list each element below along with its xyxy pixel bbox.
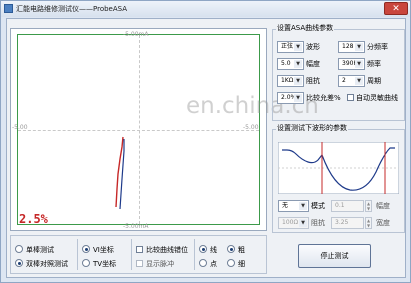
mode-value: 无	[282, 202, 289, 209]
resistance-label: 阻抗	[306, 77, 320, 85]
vi-coord-label: VI坐标	[93, 246, 114, 254]
waveform-value: 正弦	[281, 43, 294, 50]
ratio-select[interactable]: 2.0% ▼	[277, 92, 304, 104]
auto-curve-checkbox[interactable]	[347, 94, 354, 101]
res2-select[interactable]: 100Ω ▼	[278, 217, 309, 229]
res2-value: 100Ω	[282, 219, 299, 226]
close-button[interactable]: ✕	[384, 2, 408, 15]
freq-div-value: 128	[342, 43, 354, 50]
mode-select[interactable]: 无 ▼	[278, 200, 309, 212]
divider	[131, 239, 132, 270]
frequency-select[interactable]: 390Hz ▼	[338, 58, 365, 70]
resistance-value: 1KΩ	[281, 77, 294, 84]
width-value: 3.25	[335, 219, 349, 226]
tv-coord-radio[interactable]	[82, 259, 90, 267]
res2-label: 阻抗	[311, 219, 325, 227]
period-select[interactable]: 2 ▼	[338, 75, 365, 87]
divider	[194, 239, 195, 270]
chevron-down-icon: ▼	[299, 202, 307, 210]
amplitude-value: 5.0	[281, 60, 291, 67]
stop-test-button[interactable]: 停止测试	[298, 244, 371, 268]
show-pulse-checkbox[interactable]	[136, 260, 143, 267]
chevron-down-icon: ▼	[299, 219, 307, 227]
single-probe-radio[interactable]	[15, 245, 23, 253]
compare-offset-checkbox[interactable]	[136, 246, 143, 253]
thick-radio[interactable]	[227, 245, 235, 253]
title-bar: 汇能电路维修测试仪——ProbeASA ✕	[1, 1, 410, 17]
thick-label: 粗	[238, 246, 245, 254]
amp2-spinner[interactable]: ▲ ▼	[365, 200, 372, 212]
width-label: 宽度	[376, 219, 390, 227]
wave-preview	[278, 142, 399, 194]
width-input[interactable]: 3.25	[331, 217, 364, 229]
chevron-down-icon: ▼	[355, 43, 363, 51]
vi-coord-radio[interactable]	[82, 245, 90, 253]
amp2-input[interactable]: 0.1	[331, 200, 364, 212]
single-probe-label: 单棒测试	[26, 246, 54, 254]
asa-settings-title: 设置ASA曲线参数	[276, 23, 335, 33]
window-title: 汇能电路维修测试仪——ProbeASA	[16, 5, 128, 13]
app-window: 汇能电路维修测试仪——ProbeASA ✕ -5.00mA -5.00mA -5…	[0, 0, 411, 283]
auto-curve-label: 自动灵敏曲线	[356, 94, 398, 102]
period-label: 周期	[367, 77, 381, 85]
chevron-down-icon: ▼	[355, 60, 363, 68]
dot-label: 点	[210, 260, 217, 268]
period-value: 2	[342, 77, 346, 84]
amp2-value: 0.1	[335, 202, 345, 209]
amplitude-select[interactable]: 5.0 ▼	[277, 58, 304, 70]
chevron-down-icon: ▼	[294, 77, 302, 85]
iv-trace	[115, 136, 125, 210]
ratio-label: 比较允差%	[306, 94, 341, 102]
compare-offset-label: 比较曲线错位	[146, 246, 188, 254]
oscilloscope-display: -5.00mA -5.00mA -5.00 -5.00 2.5%	[10, 28, 267, 231]
app-icon	[4, 4, 13, 13]
show-pulse-label: 显示脉冲	[146, 260, 174, 268]
freq-div-select[interactable]: 128 ▼	[338, 41, 365, 53]
line-radio[interactable]	[199, 245, 207, 253]
compare-percent: 2.5%	[19, 212, 48, 226]
chevron-down-icon: ▼	[355, 77, 363, 85]
chevron-down-icon: ▼	[294, 60, 302, 68]
amp2-label: 幅度	[376, 202, 390, 210]
resistance-select[interactable]: 1KΩ ▼	[277, 75, 304, 87]
thin-label: 细	[238, 260, 245, 268]
frequency-label: 频率	[367, 60, 381, 68]
test-wave-title: 设置测试下波形的参数	[276, 123, 348, 133]
waveform-label: 波形	[306, 43, 320, 51]
chevron-down-icon: ▼	[294, 43, 302, 51]
line-label: 线	[210, 246, 217, 254]
tv-coord-label: TV坐标	[93, 260, 117, 268]
amplitude-label: 幅度	[306, 60, 320, 68]
mode-label: 模式	[311, 202, 325, 210]
freq-div-label: 分频率	[367, 43, 388, 51]
waveform-select[interactable]: 正弦 ▼	[277, 41, 304, 53]
dual-probe-label: 双棒对照测试	[26, 260, 68, 268]
width-spinner[interactable]: ▲ ▼	[365, 217, 372, 229]
thin-radio[interactable]	[227, 259, 235, 267]
divider	[77, 239, 78, 270]
chevron-down-icon: ▼	[294, 94, 302, 102]
dot-radio[interactable]	[199, 259, 207, 267]
dual-probe-radio[interactable]	[15, 259, 23, 267]
